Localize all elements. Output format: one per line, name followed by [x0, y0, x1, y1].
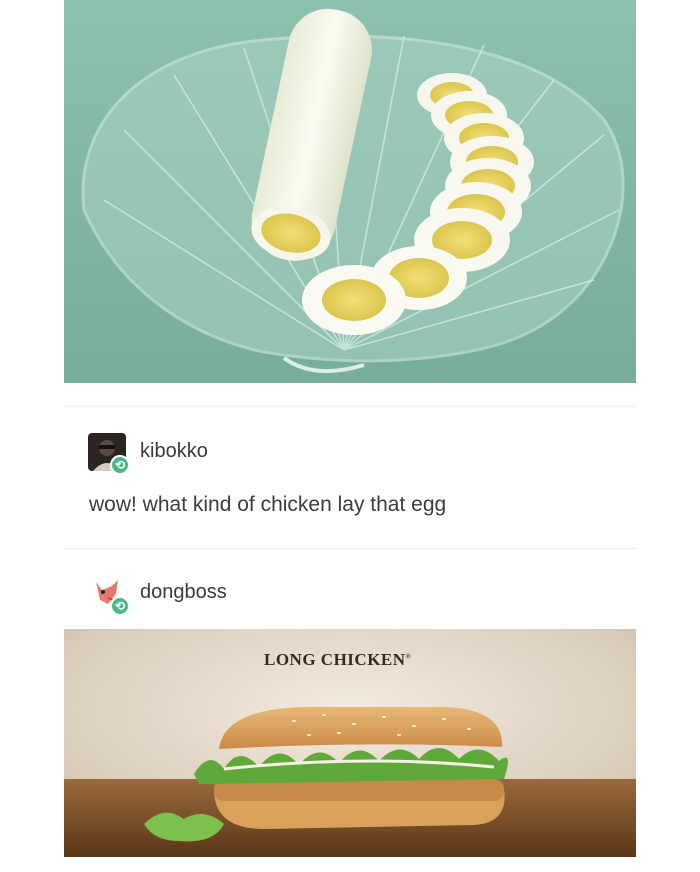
divider	[64, 548, 636, 549]
username[interactable]: dongboss	[140, 581, 227, 604]
long-egg-photo	[64, 0, 636, 383]
username[interactable]: kibokko	[140, 440, 208, 463]
banner-title: LONG CHICKEN®	[264, 650, 412, 669]
reblog-icon: ⟲	[110, 596, 130, 616]
divider	[64, 406, 636, 407]
post-text: wow! what kind of chicken lay that egg	[89, 493, 447, 516]
reblog-icon: ⟲	[110, 455, 130, 475]
